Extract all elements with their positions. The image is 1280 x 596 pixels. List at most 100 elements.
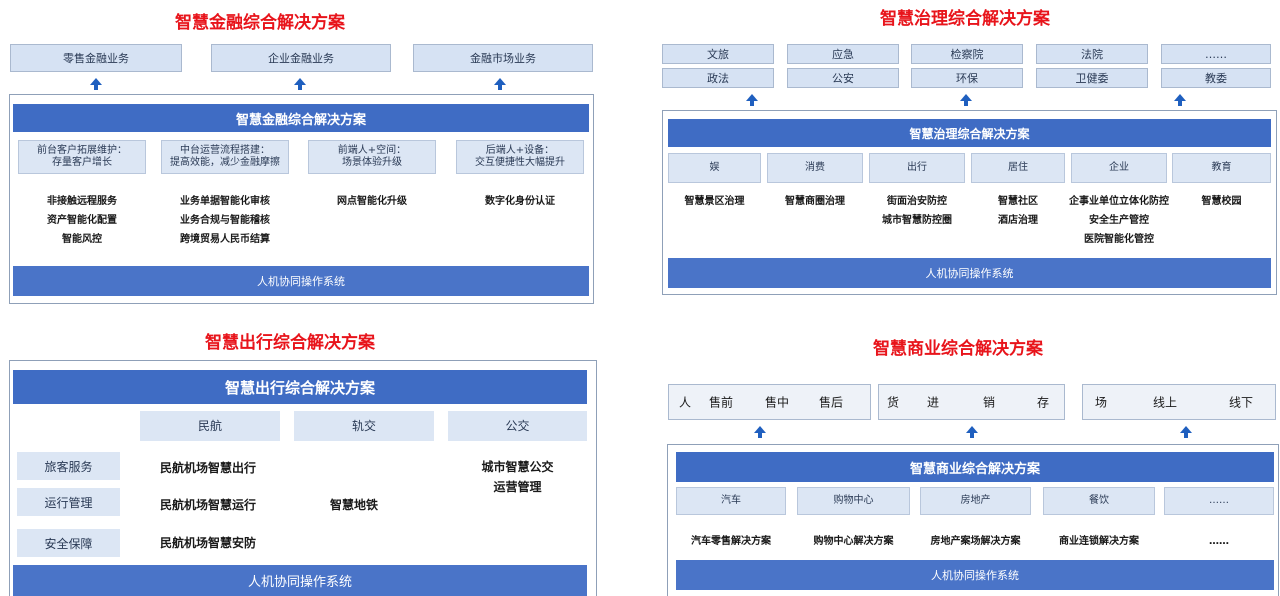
seg-label: 货 [887, 395, 900, 410]
finance-cat-space: 前端人+空间： 场景体验升级 [308, 140, 436, 174]
mobility-row-passenger: 旅客服务 [17, 452, 120, 480]
list-item: 医院智能化管控 [1084, 234, 1154, 245]
list-item: 街面治安防控 [887, 196, 947, 207]
seg-item: 线上 [1153, 395, 1178, 410]
gov-top-r1-2: 检察院 [911, 44, 1023, 64]
commerce-title: 智慧商业综合解决方案 [873, 339, 1043, 359]
commerce-footer: 人机协同操作系统 [676, 560, 1274, 590]
mobility-title: 智慧出行综合解决方案 [205, 333, 375, 353]
commerce-cat-auto: 汽车 [676, 487, 786, 515]
commerce-seg-goods: 货 进 销 存 [878, 384, 1065, 420]
gov-top-r2-0: 政法 [662, 68, 774, 88]
list-item: 城市智慧公交 [481, 460, 554, 474]
gov-items-1: 智慧商圈治理 [767, 192, 863, 211]
commerce-seg-place: 场 线上 线下 [1082, 384, 1276, 420]
gov-top-r1-0: 文旅 [662, 44, 774, 64]
gov-top-r1-3: 法院 [1036, 44, 1148, 64]
seg-label: 场 [1095, 395, 1108, 410]
finance-footer: 人机协同操作系统 [13, 266, 589, 296]
mobility-row-operation: 运行管理 [17, 488, 120, 516]
mobility-row-safety: 安全保障 [17, 529, 120, 557]
list-item: 业务合规与智能稽核 [180, 215, 270, 226]
finance-cat-front: 前台客户拓展维护： 存量客户增长 [18, 140, 146, 174]
list-item: 酒店治理 [998, 215, 1038, 226]
seg-item: 进 [927, 395, 940, 410]
gov-cat-2: 出行 [869, 153, 965, 183]
list-item: 安全生产管控 [1089, 215, 1149, 226]
list-item: 智能风控 [62, 234, 102, 245]
list-item: 智慧景区治理 [684, 196, 745, 207]
commerce-item-0: 汽车零售解决方案 [691, 536, 771, 547]
seg-item: 售后 [819, 395, 844, 410]
list-item: 智慧校园 [1201, 196, 1242, 207]
governance-footer: 人机协同操作系统 [668, 258, 1271, 288]
governance-title: 智慧治理综合解决方案 [880, 9, 1050, 29]
list-item: 资产智能化配置 [47, 215, 117, 226]
list-item: 业务单据智能化审核 [180, 196, 270, 207]
commerce-item-4: …… [1209, 536, 1229, 547]
gov-top-r1-1: 应急 [787, 44, 899, 64]
mobility-metro: 智慧地铁 [330, 498, 379, 512]
mobility-footer: 人机协同操作系统 [13, 565, 587, 596]
mobility-civil-2: 民航机场智慧安防 [160, 536, 257, 550]
gov-top-r2-4: 教委 [1161, 68, 1271, 88]
list-item: 跨境贸易人民币结算 [180, 234, 270, 245]
gov-items-2: 街面治安防控 城市智慧防控圈 [859, 192, 975, 230]
list-item: 城市智慧防控圈 [882, 215, 952, 226]
mobility-col-bus: 公交 [448, 411, 587, 441]
mobility-civil-0: 民航机场智慧出行 [160, 461, 257, 475]
finance-bar: 智慧金融综合解决方案 [13, 104, 589, 132]
gov-cat-3: 居住 [971, 153, 1065, 183]
seg-item: 售中 [765, 395, 790, 410]
list-item: 运营管理 [493, 480, 542, 495]
finance-items-front: 非接触远程服务 资产智能化配置 智能风控 [18, 192, 146, 249]
commerce-item-2: 房地产案场解决方案 [930, 536, 1021, 547]
gov-top-r2-1: 公安 [787, 68, 899, 88]
commerce-bar: 智慧商业综合解决方案 [676, 452, 1274, 482]
gov-items-0: 智慧景区治理 [668, 192, 761, 211]
finance-cat-device: 后端人+设备： 交互便捷性大幅提升 [456, 140, 584, 174]
seg-item: 售前 [709, 395, 734, 410]
gov-top-r1-4: …… [1161, 44, 1271, 64]
commerce-cat-more: …… [1164, 487, 1274, 515]
gov-items-3: 智慧社区 酒店治理 [971, 192, 1065, 230]
commerce-item-1: 购物中心解决方案 [813, 536, 894, 547]
finance-cat-middle: 中台运营流程搭建： 提高效能，减少金融摩擦 [161, 140, 289, 174]
commerce-cat-food: 餐饮 [1043, 487, 1155, 515]
gov-items-5: 智慧校园 [1172, 192, 1271, 211]
governance-bar: 智慧治理综合解决方案 [668, 119, 1271, 147]
commerce-cat-mall: 购物中心 [797, 487, 910, 515]
gov-top-r2-3: 卫健委 [1036, 68, 1148, 88]
mobility-col-civil: 民航 [140, 411, 280, 441]
seg-label: 人 [679, 395, 692, 410]
list-item: 智慧商圈治理 [785, 196, 845, 207]
finance-items-space: 网点智能化升级 [308, 192, 436, 211]
mobility-bus-items: 城市智慧公交 运营管理 [448, 457, 587, 498]
gov-cat-5: 教育 [1172, 153, 1271, 183]
finance-top-retail: 零售金融业务 [10, 44, 182, 72]
gov-cat-4: 企业 [1071, 153, 1167, 183]
commerce-item-3: 商业连锁解决方案 [1059, 536, 1139, 547]
mobility-bar: 智慧出行综合解决方案 [13, 370, 587, 404]
list-item: 数字化身份认证 [485, 196, 555, 207]
seg-item: 线下 [1229, 395, 1254, 410]
finance-items-middle: 业务单据智能化审核 业务合规与智能稽核 跨境贸易人民币结算 [161, 192, 289, 249]
gov-top-r2-2: 环保 [911, 68, 1023, 88]
commerce-cat-realestate: 房地产 [920, 487, 1031, 515]
mobility-col-metro: 轨交 [294, 411, 434, 441]
finance-top-market: 金融市场业务 [413, 44, 593, 72]
finance-top-corporate: 企业金融业务 [211, 44, 391, 72]
mobility-civil-1: 民航机场智慧运行 [160, 498, 257, 512]
list-item: 企事业单位立体化防控 [1069, 196, 1169, 207]
list-item: 网点智能化升级 [337, 196, 407, 207]
commerce-seg-people: 人 售前 售中 售后 [668, 384, 871, 420]
finance-title: 智慧金融综合解决方案 [175, 13, 345, 33]
gov-items-4: 企事业单位立体化防控 安全生产管控 医院智能化管控 [1061, 192, 1177, 249]
seg-item: 存 [1037, 395, 1050, 410]
seg-item: 销 [983, 395, 996, 410]
gov-cat-0: 娱 [668, 153, 761, 183]
gov-cat-1: 消费 [767, 153, 863, 183]
list-item: 智慧社区 [998, 196, 1038, 207]
finance-items-device: 数字化身份认证 [456, 192, 584, 211]
list-item: 非接触远程服务 [47, 196, 117, 207]
